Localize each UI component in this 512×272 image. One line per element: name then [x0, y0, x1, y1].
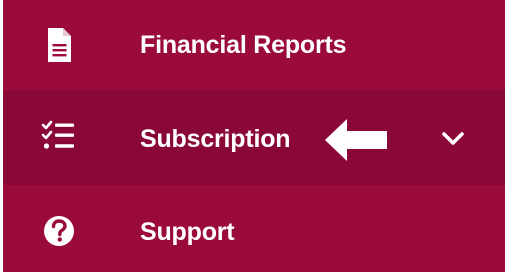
menu-item-financial-reports[interactable]: Financial Reports [3, 0, 505, 90]
menu-item-label: Support [140, 218, 235, 246]
checklist-icon [40, 119, 78, 157]
chevron-down-icon[interactable] [440, 129, 466, 149]
menu-item-subscription[interactable]: Subscription [3, 90, 505, 185]
sidebar-menu: Financial Reports Subscription Support [3, 0, 505, 272]
question-circle-icon [40, 212, 78, 250]
menu-item-label: Financial Reports [140, 31, 347, 59]
document-icon [40, 26, 78, 64]
menu-item-label: Subscription [140, 125, 291, 153]
arrow-left-icon [325, 119, 387, 161]
menu-item-support[interactable]: Support [3, 185, 505, 272]
